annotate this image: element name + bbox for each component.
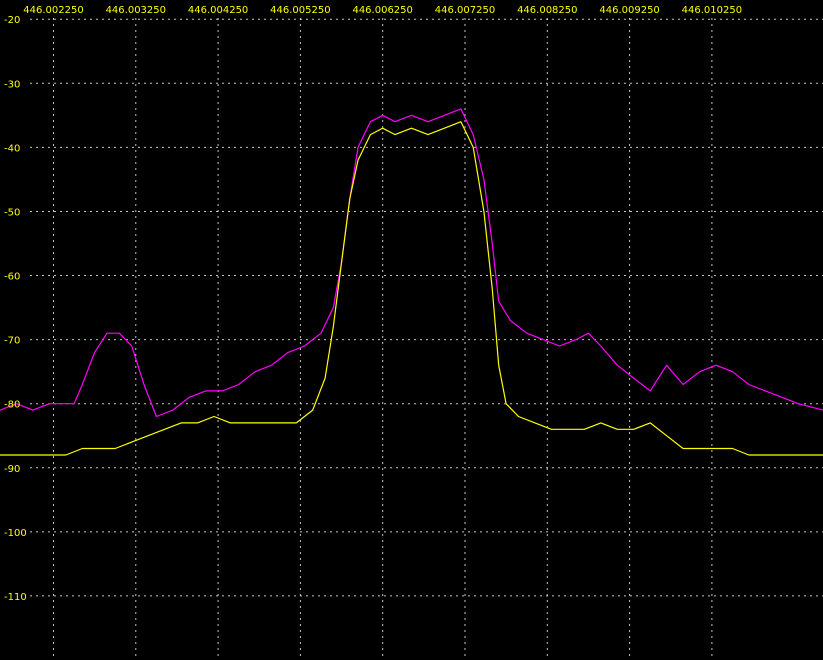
y-tick-label: -90: [4, 464, 20, 475]
x-tick-label: 446.005250: [270, 5, 330, 16]
y-tick-label: -70: [4, 336, 20, 347]
x-tick-label: 446.002250: [23, 5, 83, 16]
y-tick-label: -20: [4, 15, 20, 26]
x-tick-label: 446.004250: [188, 5, 248, 16]
x-axis-ticks: 446.002250 446.003250 446.004250 446.005250…: [23, 5, 742, 16]
x-tick-label: 446.007250: [435, 5, 495, 16]
y-tick-label: -30: [4, 79, 20, 90]
y-tick-label: -50: [4, 207, 20, 218]
x-tick-label: 446.008250: [517, 5, 577, 16]
x-tick-label: 446.006250: [352, 5, 412, 16]
x-tick-label: 446.010250: [682, 5, 742, 16]
y-tick-label: -80: [4, 400, 20, 411]
y-tick-label: -100: [4, 528, 27, 539]
x-tick-label: 446.003250: [106, 5, 166, 16]
y-tick-label: -110: [4, 592, 27, 603]
spectrum-chart: -20 -30 -40 -50 -60 -70 -80 -90 -100 -110 446.002…: [0, 0, 823, 660]
y-tick-label: -40: [4, 143, 20, 154]
chart-background: [0, 0, 823, 660]
y-tick-label: -60: [4, 272, 20, 283]
x-tick-label: 446.009250: [599, 5, 659, 16]
